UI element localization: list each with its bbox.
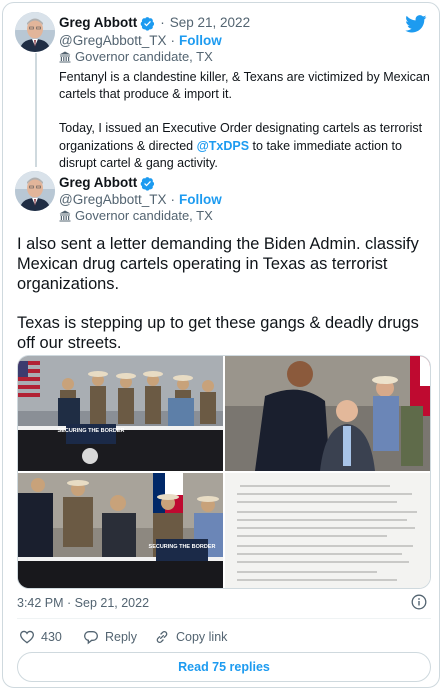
reply-label: Reply xyxy=(105,630,137,644)
main-author-row: Greg Abbott xyxy=(59,174,155,192)
follow-button[interactable]: Follow xyxy=(179,191,222,209)
info-icon[interactable] xyxy=(411,594,427,610)
photo-sign-text: SECURING THE BORDER xyxy=(149,544,216,550)
author-name[interactable]: Greg Abbott xyxy=(59,174,137,192)
tweet-paragraph: Fentanyl is a clandestine killer, & Texa… xyxy=(59,70,430,102)
government-building-icon xyxy=(59,51,71,63)
photo-governor-speaking[interactable]: SECURING THE BORDER xyxy=(18,473,223,588)
account-label: Governor candidate, TX xyxy=(75,49,213,64)
verified-badge-icon xyxy=(140,16,155,31)
mention-link[interactable]: @TxDPS xyxy=(197,139,249,153)
author-avatar[interactable] xyxy=(15,171,55,211)
account-label-row: Governor candidate, TX xyxy=(59,208,213,224)
follow-button[interactable]: Follow xyxy=(179,32,222,50)
heart-icon xyxy=(19,630,35,644)
government-building-icon xyxy=(59,210,71,222)
media-grid: SECURING THE BORDER SECURING THE BORDER xyxy=(17,355,431,589)
link-icon xyxy=(156,631,168,643)
divider xyxy=(17,618,431,619)
separator-dot: · xyxy=(170,33,176,48)
action-bar: 430 Reply Copy link xyxy=(17,629,431,647)
twitter-bird-icon[interactable] xyxy=(405,15,427,33)
tweet-paragraph: I also sent a letter demanding the Biden… xyxy=(17,235,419,293)
read-replies-button[interactable]: Read 75 replies xyxy=(17,652,431,682)
verified-badge-icon xyxy=(140,176,155,191)
author-avatar[interactable] xyxy=(15,12,55,52)
tweet-embed-card: Greg Abbott · Sep 21, 2022 @GregAbbott_T… xyxy=(2,2,440,688)
tweet-paragraph: Today, I issued an Executive Order desig… xyxy=(59,120,431,172)
photo-handshake[interactable] xyxy=(225,356,430,471)
like-count: 430 xyxy=(41,630,62,644)
quoted-handle-row: @GregAbbott_TX · Follow xyxy=(59,32,222,50)
photo-press-conference-table[interactable]: SECURING THE BORDER xyxy=(18,356,223,471)
main-tweet-text: I also sent a letter demanding the Biden… xyxy=(17,235,431,374)
like-button[interactable]: 430 xyxy=(19,629,62,645)
photo-letter-document[interactable] xyxy=(225,473,430,588)
reply-icon xyxy=(83,631,99,645)
tweet-timestamp[interactable]: 3:42 PM · Sep 21, 2022 xyxy=(17,596,149,610)
account-label: Governor candidate, TX xyxy=(75,208,213,223)
copy-link-label: Copy link xyxy=(176,630,228,644)
tweet-date[interactable]: Sep 21, 2022 xyxy=(170,14,250,32)
copy-link-button[interactable]: Copy link xyxy=(154,629,227,645)
quoted-tweet-text: Fentanyl is a clandestine killer, & Texa… xyxy=(59,69,431,189)
separator-dot: · xyxy=(160,15,165,30)
photo-sign-text: SECURING THE BORDER xyxy=(58,428,125,434)
quoted-author-row: Greg Abbott · Sep 21, 2022 xyxy=(59,14,250,32)
account-label-row: Governor candidate, TX xyxy=(59,49,213,65)
tweet-paragraph: Texas is stepping up to get these gangs … xyxy=(17,314,419,352)
author-handle[interactable]: @GregAbbott_TX xyxy=(59,191,167,209)
author-handle[interactable]: @GregAbbott_TX xyxy=(59,32,167,50)
author-name[interactable]: Greg Abbott xyxy=(59,14,137,32)
main-handle-row: @GregAbbott_TX · Follow xyxy=(59,191,222,209)
reply-button[interactable]: Reply xyxy=(83,629,137,645)
thread-connector-line xyxy=(35,53,37,167)
separator-dot: · xyxy=(170,192,176,207)
